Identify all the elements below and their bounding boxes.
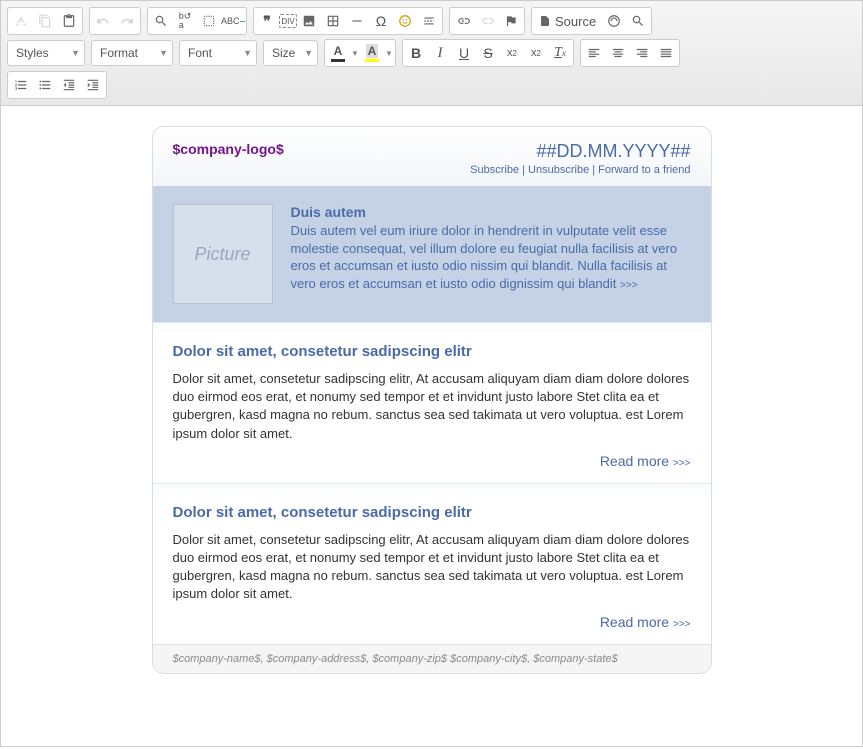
date-placeholder[interactable]: ##DD.MM.YYYY## <box>470 141 690 162</box>
spellcheck-button[interactable]: ABC <box>221 9 245 33</box>
pagebreak-button[interactable] <box>417 9 441 33</box>
toolbar: b↺a ABC ❞ DIV Ω Source Styles▼ Format <box>1 1 862 106</box>
paste-button[interactable] <box>57 9 81 33</box>
article-title[interactable]: Dolor sit amet, consetetur sadipscing el… <box>173 504 691 521</box>
insert-group-1: ❞ DIV Ω <box>253 7 443 35</box>
chevron-down-icon: ▼ <box>159 48 168 58</box>
chevron-down-icon: ▼ <box>304 48 313 58</box>
preview-button[interactable] <box>602 9 626 33</box>
image-button[interactable] <box>297 9 321 33</box>
feature-more[interactable]: >>> <box>620 280 638 291</box>
outdent-button[interactable] <box>57 73 81 97</box>
indent-button[interactable] <box>81 73 105 97</box>
article-body[interactable]: Dolor sit amet, consetetur sadipscing el… <box>173 370 691 443</box>
feature-body[interactable]: Duis autem vel eum iriure dolor in hendr… <box>291 222 691 292</box>
format-combo[interactable]: Format▼ <box>91 40 173 66</box>
unlink-button[interactable] <box>475 9 499 33</box>
subscript-button[interactable]: x2 <box>500 41 524 65</box>
font-combo[interactable]: Font▼ <box>179 40 257 66</box>
toolbar-row-1: b↺a ABC ❞ DIV Ω Source <box>7 5 856 37</box>
div-button[interactable]: DIV <box>279 14 297 28</box>
copy-button[interactable] <box>33 9 57 33</box>
redo-button[interactable] <box>115 9 139 33</box>
table-button[interactable] <box>321 9 345 33</box>
article-body[interactable]: Dolor sit amet, consetetur sadipscing el… <box>173 531 691 604</box>
clipboard-group <box>7 7 83 35</box>
list-group <box>7 71 107 99</box>
readmore-link[interactable]: Read more >>> <box>600 614 691 630</box>
chevron-down-icon: ▼ <box>243 48 252 58</box>
find-group: b↺a ABC <box>147 7 247 35</box>
size-combo[interactable]: Size▼ <box>263 40 318 66</box>
formatting-group: B I U S x2 x2 Tx <box>402 39 574 67</box>
article-1: Dolor sit amet, consetetur sadipscing el… <box>153 322 711 483</box>
newsletter-template: $company-logo$ ##DD.MM.YYYY## Subscribe … <box>152 126 712 674</box>
feature-block: Picture Duis autem Duis autem vel eum ir… <box>153 186 711 322</box>
bulletlist-button[interactable] <box>33 73 57 97</box>
readmore-link[interactable]: Read more >>> <box>600 453 691 469</box>
toolbar-row-3 <box>7 69 856 101</box>
maximize-button[interactable] <box>626 9 650 33</box>
source-group: Source <box>531 7 652 35</box>
header-links: Subscribe | Unsubscribe | Forward to a f… <box>470 164 690 176</box>
blockquote-button[interactable]: ❞ <box>255 9 279 33</box>
selectall-button[interactable] <box>197 9 221 33</box>
newsletter-header: $company-logo$ ##DD.MM.YYYY## Subscribe … <box>153 127 711 186</box>
strike-button[interactable]: S <box>476 41 500 65</box>
source-label: Source <box>555 14 596 29</box>
undo-group <box>89 7 141 35</box>
company-logo[interactable]: $company-logo$ <box>173 141 284 157</box>
newsletter-footer[interactable]: $company-name$, $company-address$, $comp… <box>153 644 711 673</box>
undo-button[interactable] <box>91 9 115 33</box>
align-left-button[interactable] <box>582 41 606 65</box>
bgcolor-button[interactable]: A <box>360 41 384 65</box>
styles-combo[interactable]: Styles▼ <box>7 40 85 66</box>
italic-button[interactable]: I <box>428 41 452 65</box>
article-title[interactable]: Dolor sit amet, consetetur sadipscing el… <box>173 343 691 360</box>
textcolor-button[interactable]: A <box>326 41 350 65</box>
picture-placeholder[interactable]: Picture <box>173 204 273 304</box>
bold-button[interactable]: B <box>404 41 428 65</box>
replace-button[interactable]: b↺a <box>173 9 197 33</box>
superscript-button[interactable]: x2 <box>524 41 548 65</box>
unsubscribe-link[interactable]: Unsubscribe <box>528 164 589 176</box>
article-2: Dolor sit amet, consetetur sadipscing el… <box>153 483 711 644</box>
align-center-button[interactable] <box>606 41 630 65</box>
smiley-button[interactable] <box>393 9 417 33</box>
specialchar-button[interactable]: Ω <box>369 9 393 33</box>
hr-button[interactable] <box>345 9 369 33</box>
source-button[interactable]: Source <box>533 9 602 33</box>
align-group <box>580 39 680 67</box>
chevron-down-icon[interactable]: ▼ <box>350 49 360 58</box>
link-group <box>449 7 525 35</box>
align-justify-button[interactable] <box>654 41 678 65</box>
content-area[interactable]: $company-logo$ ##DD.MM.YYYY## Subscribe … <box>1 106 862 746</box>
cut-button[interactable] <box>9 9 33 33</box>
feature-title[interactable]: Duis autem <box>291 204 691 220</box>
removeformat-button[interactable]: Tx <box>548 41 572 65</box>
numberlist-button[interactable] <box>9 73 33 97</box>
color-group: A▼ A▼ <box>324 39 396 67</box>
find-button[interactable] <box>149 9 173 33</box>
forward-link[interactable]: Forward to a friend <box>598 164 690 176</box>
chevron-down-icon[interactable]: ▼ <box>384 49 394 58</box>
link-button[interactable] <box>451 9 475 33</box>
chevron-down-icon: ▼ <box>71 48 80 58</box>
underline-button[interactable]: U <box>452 41 476 65</box>
anchor-button[interactable] <box>499 9 523 33</box>
subscribe-link[interactable]: Subscribe <box>470 164 519 176</box>
toolbar-row-2: Styles▼ Format▼ Font▼ Size▼ A▼ A▼ B I U … <box>7 37 856 69</box>
editor-container: b↺a ABC ❞ DIV Ω Source Styles▼ Format <box>0 0 863 747</box>
align-right-button[interactable] <box>630 41 654 65</box>
